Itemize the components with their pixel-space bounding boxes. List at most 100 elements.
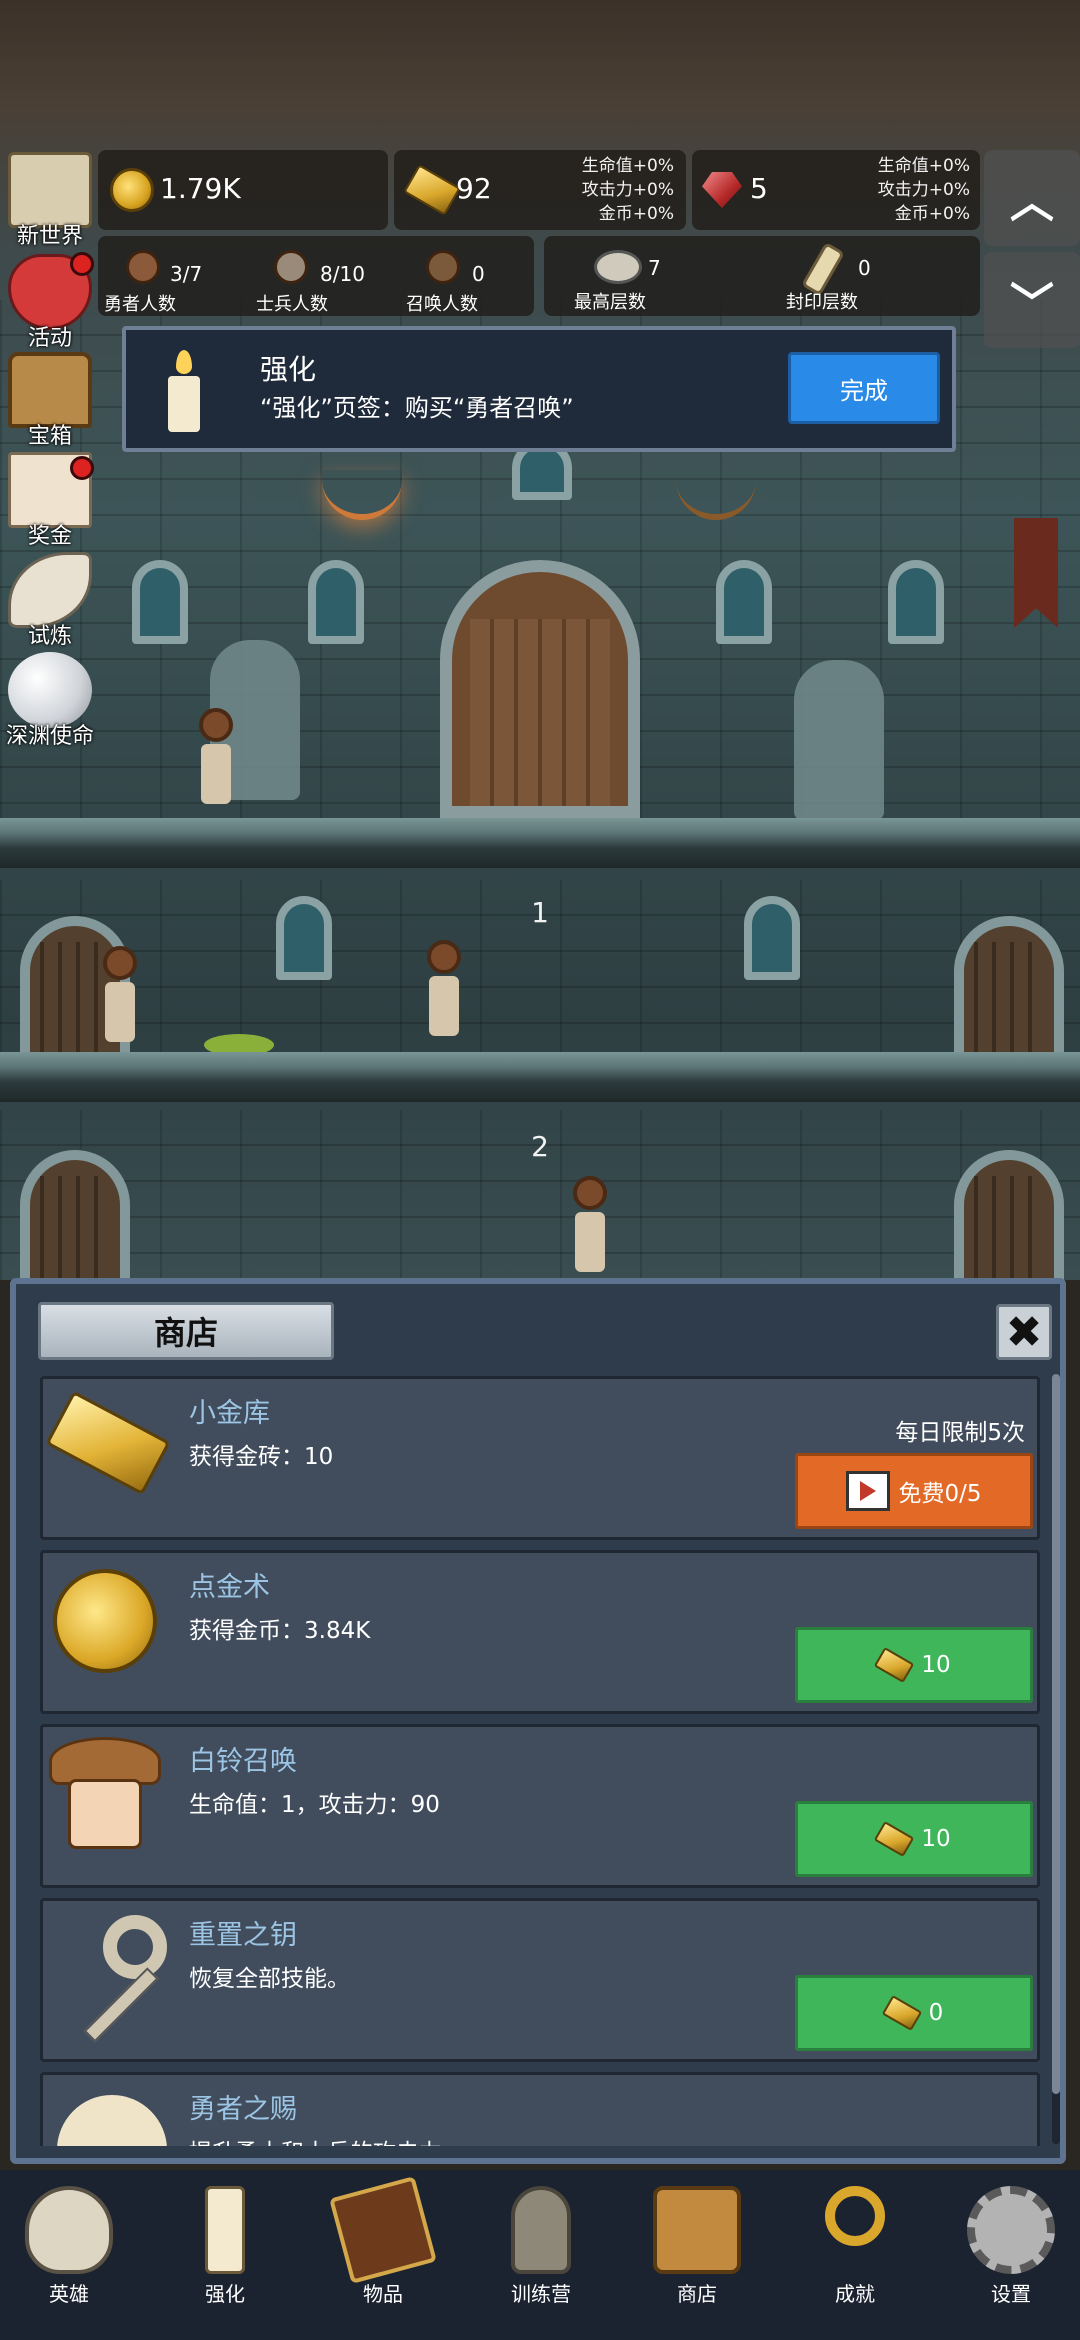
gold-bar-icon: [874, 1646, 915, 1684]
stone-icon: [594, 250, 642, 284]
shop-item-list[interactable]: 小金库 获得金砖：10 每日限制5次 免费0/5 点金术 获得金币：3.84K …: [40, 1376, 1048, 2146]
notification-dot: [70, 252, 94, 276]
window: [132, 560, 188, 644]
gem-value: 5: [750, 172, 768, 205]
window: [744, 896, 800, 980]
nav-label: 英雄: [49, 2282, 89, 2306]
gold-coin-icon: [110, 168, 154, 212]
side-item-chest[interactable]: 宝箱: [0, 348, 100, 449]
item-description: 生命值：1，攻击力：90: [189, 1792, 440, 1818]
bottom-navigation: 英雄 强化 物品 训练营 商店 成就 设置: [0, 2170, 1080, 2340]
scroll-down-button[interactable]: ﹀: [984, 252, 1080, 348]
button-label: 0: [928, 2000, 944, 2026]
sealed-floor-count: 0: [858, 256, 871, 280]
bonus-hp: 生命值+0%: [877, 156, 970, 176]
side-item-label: 试炼: [27, 624, 72, 649]
side-item-trial[interactable]: 试炼: [0, 548, 100, 649]
side-item-label: 新世界: [16, 224, 83, 249]
bonus-hp: 生命值+0%: [581, 156, 674, 176]
item-name: 白铃召唤: [189, 1746, 297, 1777]
nav-label: 物品: [363, 2282, 403, 2306]
chevron-up-icon: ︿: [1010, 177, 1054, 228]
nav-label: 商店: [677, 2282, 717, 2306]
character-portrait: [49, 1737, 161, 1859]
quest-banner: 强化 “强化”页签：购买“勇者召唤” 完成: [122, 326, 956, 452]
nav-enhance[interactable]: 强化: [160, 2178, 290, 2328]
chevron-down-icon: ﹀: [1010, 279, 1054, 330]
daily-limit: 每日限制5次: [895, 1420, 1025, 1446]
hero-count: 3/7: [170, 262, 203, 286]
side-item-abyss-mission[interactable]: 深渊使命: [0, 648, 100, 749]
gold-coin-panel: 1.79K: [98, 150, 388, 230]
floor-count-panel: 7 最高层数 0 封印层数: [544, 236, 980, 316]
shop-panel: 商店 ✖ 小金库 获得金砖：10 每日限制5次 免费0/5 点金术 获得金币：3…: [10, 1278, 1066, 2164]
item-name: 重置之钥: [189, 1920, 297, 1951]
scrollbar-thumb[interactable]: [1052, 1374, 1060, 2094]
gold-bar-icon: [403, 164, 461, 216]
item-name: 小金库: [189, 1398, 270, 1429]
max-floor-count: 7: [648, 256, 661, 280]
close-button[interactable]: ✖: [996, 1304, 1052, 1360]
soldier-count-label: 士兵人数: [256, 294, 328, 315]
buy-button[interactable]: 10: [795, 1627, 1033, 1703]
nav-achievements[interactable]: 成就: [790, 2178, 920, 2328]
buy-button[interactable]: 10: [795, 1801, 1033, 1877]
quest-complete-button[interactable]: 完成: [788, 352, 940, 424]
max-floor-label: 最高层数: [574, 292, 646, 313]
gem-bonus: 生命值+0% 攻击力+0% 金币+0%: [878, 154, 970, 226]
ruby-icon: [702, 172, 742, 208]
shop-item-small-vault: 小金库 获得金砖：10 每日限制5次 免费0/5: [40, 1376, 1040, 1540]
hero-count-label: 勇者人数: [104, 294, 176, 315]
side-item-bonus[interactable]: 奖金: [0, 448, 100, 549]
candle-icon: [166, 350, 202, 432]
floor-ledge: [0, 818, 1080, 868]
side-item-label: 宝箱: [27, 424, 72, 449]
side-gate: [954, 916, 1064, 1066]
side-item-event[interactable]: 活动: [0, 250, 100, 351]
knight-statue: [794, 660, 884, 820]
item-name: 勇者之赐: [189, 2094, 297, 2125]
shop-item-midas-touch: 点金术 获得金币：3.84K 10: [40, 1550, 1040, 1714]
shop-item-reset-key: 重置之钥 恢复全部技能。 0: [40, 1898, 1040, 2062]
nav-label: 强化: [205, 2282, 245, 2306]
shop-scrollbar[interactable]: [1052, 1374, 1060, 2144]
window: [276, 896, 332, 980]
unit-count-panel: 3/7 勇者人数 8/10 士兵人数 0 召唤人数: [98, 236, 534, 316]
main-gate: [440, 560, 640, 818]
golden-key-icon: [825, 2186, 885, 2246]
item-name: 点金术: [189, 1572, 270, 1603]
side-item-new-world[interactable]: 新世界: [0, 148, 100, 249]
hero-character[interactable]: [196, 708, 236, 808]
gem-panel: 5 生命值+0% 攻击力+0% 金币+0%: [692, 150, 980, 230]
soldier-character[interactable]: [570, 1176, 610, 1276]
pearl-icon: [8, 652, 92, 728]
candle-icon: [205, 2186, 245, 2274]
bonus-gold: 金币+0%: [894, 204, 970, 224]
gold-bar-value: 92: [456, 172, 492, 205]
scroll-up-button[interactable]: ︿: [984, 150, 1080, 246]
shop-item-bailing-summon: 白铃召唤 生命值：1，攻击力：90 10: [40, 1724, 1040, 1888]
floor-number: 1: [531, 896, 549, 929]
buy-button[interactable]: 0: [795, 1975, 1033, 2051]
side-gate: [20, 1150, 130, 1280]
side-item-label: 奖金: [27, 524, 72, 549]
bonus-attack: 攻击力+0%: [581, 180, 674, 200]
summon-head-icon: [426, 250, 460, 284]
nav-label: 设置: [991, 2282, 1031, 2306]
soldier-character[interactable]: [100, 946, 140, 1046]
quest-title: 强化: [260, 353, 317, 386]
nav-shop[interactable]: 商店: [632, 2178, 762, 2328]
bonus-gold: 金币+0%: [598, 204, 674, 224]
video-icon: [846, 1471, 891, 1511]
button-label: 免费0/5: [898, 1481, 982, 1507]
soldier-character[interactable]: [424, 940, 464, 1040]
watch-ad-button[interactable]: 免费0/5: [795, 1453, 1033, 1529]
nav-items[interactable]: 物品: [318, 2176, 448, 2328]
summon-count: 0: [472, 262, 485, 286]
summon-count-label: 召唤人数: [406, 294, 478, 315]
nav-training-camp[interactable]: 训练营: [476, 2178, 606, 2328]
button-label: 10: [921, 1826, 951, 1852]
shop-item-hero-gift: 勇者之赐 提升勇士和士兵的攻击力。: [40, 2072, 1040, 2146]
nav-heroes[interactable]: 英雄: [4, 2178, 134, 2328]
nav-settings[interactable]: 设置: [946, 2178, 1076, 2328]
